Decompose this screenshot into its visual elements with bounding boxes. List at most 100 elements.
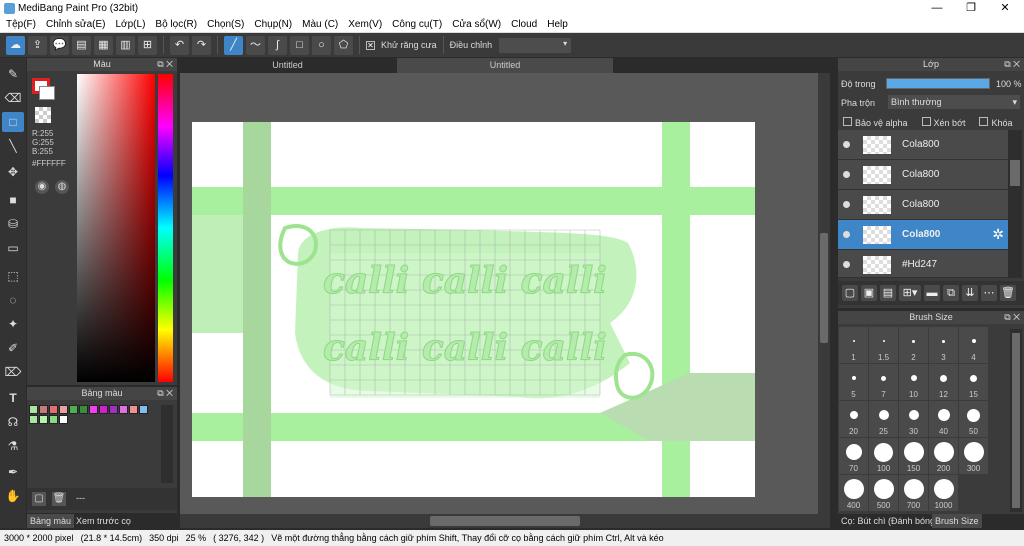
- tab-brush-size[interactable]: Brush Size: [932, 514, 982, 528]
- brush-size-option[interactable]: 150: [899, 438, 928, 474]
- redo-icon[interactable]: ↷: [192, 35, 211, 55]
- undo-icon[interactable]: ↶: [170, 35, 189, 55]
- palette-swatch[interactable]: [39, 415, 48, 424]
- lasso-icon[interactable]: ◌: [2, 290, 24, 310]
- merge-layer-icon[interactable]: ⇊: [962, 285, 978, 301]
- layer-item[interactable]: #Hd247: [838, 250, 1008, 278]
- palette-swatch[interactable]: [59, 405, 68, 414]
- menu-edit[interactable]: Chỉnh sửa(E): [46, 19, 106, 30]
- panel-close-icon[interactable]: ⧉ ✕: [1004, 311, 1020, 324]
- duplicate-layer-icon[interactable]: ⧉: [943, 285, 959, 301]
- hue-slider[interactable]: [158, 74, 173, 382]
- palette-swatch[interactable]: [89, 405, 98, 414]
- move-tool-icon[interactable]: ✥: [2, 162, 24, 182]
- tab-brush[interactable]: Cọ: Bút chì (Đánh bóng): [838, 514, 941, 528]
- adjust-dropdown[interactable]: ▾: [499, 37, 572, 53]
- palette-swatch[interactable]: [29, 415, 38, 424]
- comic-icon[interactable]: ▥: [116, 35, 135, 55]
- panel-close-icon[interactable]: ⧉ ✕: [1004, 58, 1020, 71]
- minimize-button[interactable]: —: [920, 0, 954, 17]
- rectangle-icon[interactable]: □: [290, 35, 309, 55]
- add-layer-menu-icon[interactable]: ⊞▾: [899, 285, 921, 301]
- close-button[interactable]: ✕: [988, 0, 1022, 17]
- text-tool-icon[interactable]: T: [2, 388, 24, 408]
- brush-size-option[interactable]: 7: [869, 364, 898, 400]
- balloon-tool-icon[interactable]: ☊: [2, 412, 24, 432]
- cloud-icon[interactable]: ☁: [6, 35, 25, 55]
- horizontal-scroll-thumb[interactable]: [430, 516, 580, 526]
- select-rect-icon[interactable]: ⬚: [2, 266, 24, 286]
- brush-tool-icon[interactable]: ✎: [2, 64, 24, 84]
- protect-alpha-checkbox[interactable]: [843, 117, 852, 126]
- layer-item[interactable]: Cola800: [838, 130, 1008, 160]
- canvas-viewport[interactable]: calli calli calli calli calli calli: [180, 73, 818, 514]
- opacity-slider[interactable]: [886, 78, 990, 89]
- menu-help[interactable]: Help: [547, 19, 568, 30]
- palette-icon[interactable]: ◉: [35, 180, 49, 194]
- menu-select[interactable]: Chọn(S): [207, 19, 244, 30]
- panel-icon[interactable]: ▤: [72, 35, 91, 55]
- palette-scrollbar[interactable]: [161, 405, 173, 483]
- menu-cloud[interactable]: Cloud: [511, 19, 537, 30]
- magic-wand-icon[interactable]: ✦: [2, 314, 24, 334]
- menu-tools[interactable]: Công cụ(T): [392, 19, 442, 30]
- blend-mode-dropdown[interactable]: Bình thường ▾: [888, 95, 1020, 109]
- comment-icon[interactable]: 💬: [50, 35, 69, 55]
- eye-icon[interactable]: [843, 201, 850, 208]
- new-layer-icon[interactable]: ▢: [842, 285, 858, 301]
- artwork-canvas[interactable]: calli calli calli calli calli calli: [180, 73, 818, 514]
- line-icon[interactable]: ╱: [224, 35, 243, 55]
- brush-size-option[interactable]: 70: [839, 438, 868, 474]
- layer-settings-icon[interactable]: ⋯: [981, 285, 997, 301]
- polygon-icon[interactable]: ⬠: [334, 35, 353, 55]
- panel-close-icon[interactable]: ⧉ ✕: [157, 387, 173, 400]
- palette-swatch[interactable]: [49, 415, 58, 424]
- brush-size-option[interactable]: 1.5: [869, 327, 898, 363]
- layer-scrollbar[interactable]: [1008, 130, 1022, 278]
- eye-icon[interactable]: [843, 231, 850, 238]
- brush-size-option[interactable]: 3: [929, 327, 958, 363]
- eye-icon[interactable]: [843, 261, 850, 268]
- curve-icon[interactable]: ∫: [268, 35, 287, 55]
- fill-rect-tool-icon[interactable]: ■: [2, 190, 24, 210]
- gradient-tool-icon[interactable]: ▭: [2, 238, 24, 258]
- new-8bit-layer-icon[interactable]: ▤: [880, 285, 896, 301]
- brush-size-option[interactable]: 1000: [929, 475, 958, 511]
- palette-swatch[interactable]: [99, 405, 108, 414]
- trash-icon[interactable]: 🗑: [52, 492, 66, 506]
- brush-size-option[interactable]: 200: [929, 438, 958, 474]
- maximize-button[interactable]: ❐: [954, 0, 988, 17]
- palette-swatch[interactable]: [79, 405, 88, 414]
- brush-size-option[interactable]: 15: [959, 364, 988, 400]
- brush-size-option[interactable]: 4: [959, 327, 988, 363]
- tab-untitled-2[interactable]: Untitled: [397, 58, 613, 73]
- protect-alpha-option[interactable]: Bảo vệ alpha: [843, 117, 908, 128]
- gear-icon[interactable]: ✲: [992, 226, 1004, 243]
- palette-swatch[interactable]: [49, 405, 58, 414]
- menu-filter[interactable]: Bộ lọc(R): [155, 19, 197, 30]
- brush-size-option[interactable]: 5: [839, 364, 868, 400]
- canvas-vertical-scrollbar[interactable]: [818, 73, 830, 514]
- menu-view[interactable]: Xem(V): [348, 19, 382, 30]
- tab-palette[interactable]: Bảng màu: [27, 514, 75, 528]
- tab-untitled-1[interactable]: Untitled: [180, 58, 395, 73]
- layer-item-selected[interactable]: Cola800 ✲: [838, 220, 1008, 250]
- shape-tool-icon[interactable]: □: [2, 112, 24, 132]
- brush-size-scroll-thumb[interactable]: [1012, 333, 1020, 508]
- polyline-icon[interactable]: 〜: [246, 35, 265, 55]
- menu-snap[interactable]: Chụp(N): [254, 19, 292, 30]
- clipping-option[interactable]: Xén bớt: [921, 117, 965, 128]
- transparent-color-swatch[interactable]: [35, 107, 51, 123]
- brush-size-option[interactable]: 700: [899, 475, 928, 511]
- canvas-horizontal-scrollbar[interactable]: [180, 514, 830, 528]
- grid-icon[interactable]: ⊞: [138, 35, 157, 55]
- eyedropper-icon[interactable]: ⚗: [2, 436, 24, 456]
- brush-size-scrollbar[interactable]: [1010, 329, 1022, 512]
- menu-color[interactable]: Màu (C): [302, 19, 338, 30]
- menu-layer[interactable]: Lớp(L): [116, 19, 146, 30]
- palette-swatch[interactable]: [119, 405, 128, 414]
- panel-close-icon[interactable]: ⧉ ✕: [157, 58, 173, 71]
- lock-option[interactable]: Khóa: [979, 117, 1013, 128]
- brush-size-option[interactable]: 1: [839, 327, 868, 363]
- saturation-brightness-picker[interactable]: [77, 74, 155, 382]
